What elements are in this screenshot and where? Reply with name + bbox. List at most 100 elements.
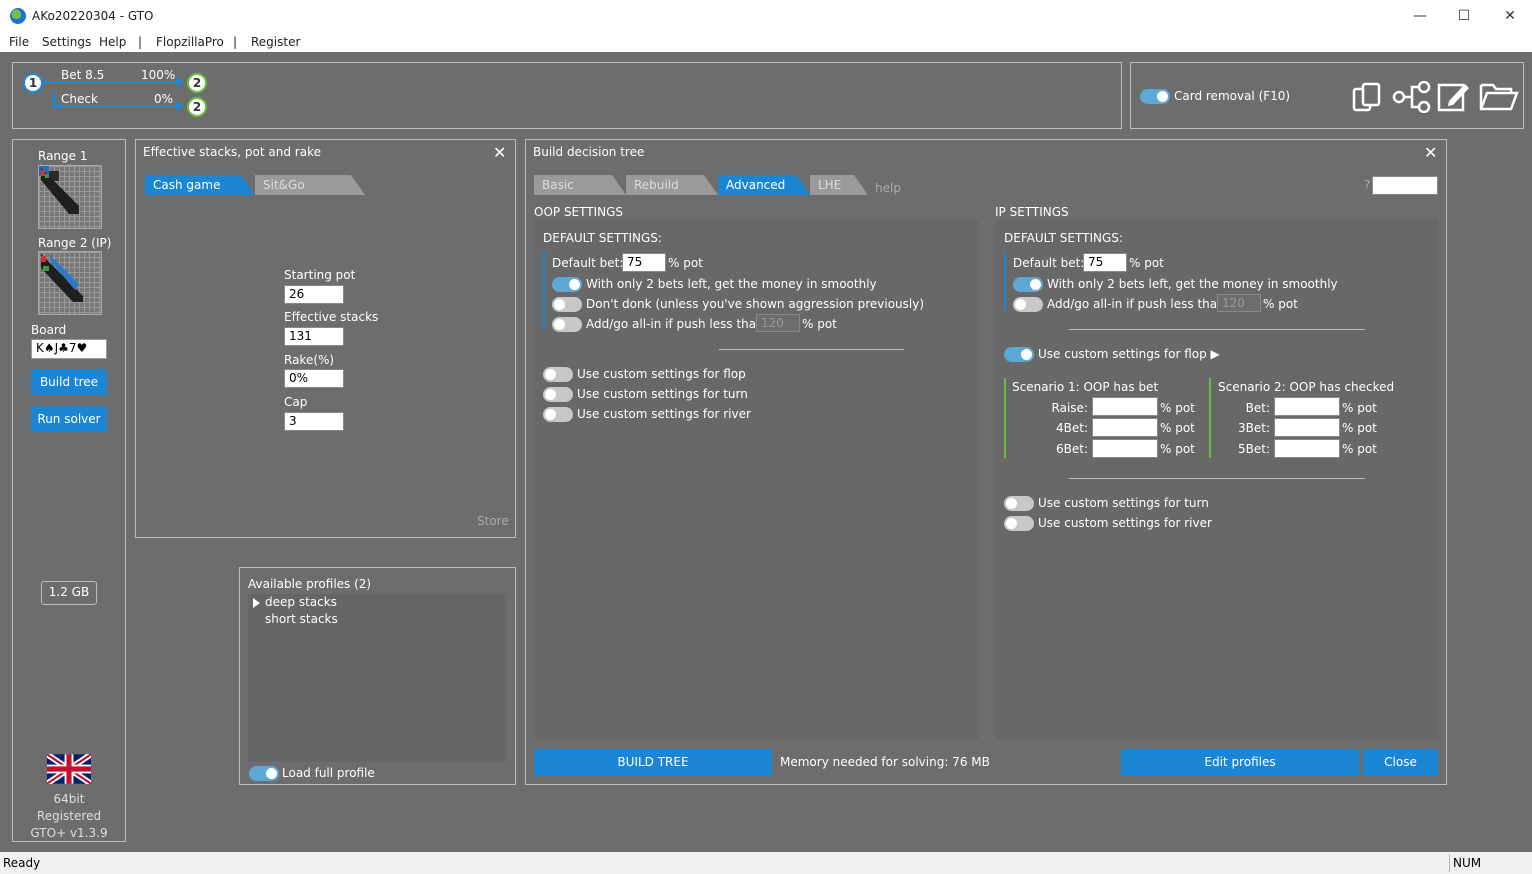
arrow-right-icon xyxy=(176,77,184,87)
build-tree-main-button[interactable]: BUILD TREE xyxy=(534,749,772,776)
expand-triangle-icon[interactable] xyxy=(253,598,260,608)
memory-needed-text: Memory needed for solving: 76 MB xyxy=(780,755,990,769)
cap-label: Cap xyxy=(284,395,308,409)
card-removal-toggle[interactable] xyxy=(1140,89,1170,104)
scenario1-6bet-label: 6Bet: xyxy=(1056,442,1088,456)
range2-grid[interactable] xyxy=(38,251,102,315)
window-title: AKo20220304 - GTO xyxy=(32,9,154,23)
help-link[interactable]: help xyxy=(875,181,901,195)
oop-allin-toggle[interactable] xyxy=(552,317,582,332)
close-window-button[interactable]: ✕ xyxy=(1487,0,1532,32)
oop-custom-turn-toggle[interactable] xyxy=(543,387,573,402)
effective-stacks-input[interactable]: 131 xyxy=(284,327,344,346)
scenario2-bet-input[interactable] xyxy=(1274,397,1340,416)
ip-custom-flop-label[interactable]: Use custom settings for flop ▶ xyxy=(1038,347,1220,361)
run-solver-button[interactable]: Run solver xyxy=(31,406,107,432)
tab-advanced[interactable]: Advanced xyxy=(718,175,810,195)
menu-register[interactable]: Register xyxy=(251,35,300,49)
scenario2-5bet-input[interactable] xyxy=(1274,439,1340,458)
search-input[interactable] xyxy=(1372,176,1438,195)
pct-pot-label: % pot xyxy=(1160,421,1195,435)
scenario2-title: Scenario 2: OOP has checked xyxy=(1218,380,1395,394)
starting-pot-input[interactable]: 26 xyxy=(284,285,344,304)
copy-icon[interactable] xyxy=(1351,81,1383,113)
menu-bar: File Settings Help | FlopzillaPro | Regi… xyxy=(0,32,1532,52)
scenario2-3bet-label: 3Bet: xyxy=(1238,421,1270,435)
arrow-right-icon xyxy=(176,101,184,111)
board-input[interactable]: K♠J♣7♥ xyxy=(31,339,107,359)
scenario2-3bet-input[interactable] xyxy=(1274,418,1340,437)
question-mark: ? xyxy=(1364,178,1371,192)
oop-default-settings-label: DEFAULT SETTINGS: xyxy=(543,231,662,245)
rake-input[interactable]: 0% xyxy=(284,369,344,388)
bet-action-frequency: 100% xyxy=(141,68,176,82)
scenario1-4bet-input[interactable] xyxy=(1092,418,1158,437)
build-tree-button[interactable]: Build tree xyxy=(31,369,107,395)
scenario1-raise-input[interactable] xyxy=(1092,397,1158,416)
ip-custom-river-toggle[interactable] xyxy=(1004,516,1034,531)
divider xyxy=(719,349,904,350)
app-globe-icon xyxy=(10,8,26,24)
scenario1-6bet-input[interactable] xyxy=(1092,439,1158,458)
ip-smooth-toggle[interactable] xyxy=(1013,277,1043,292)
bet-action-label[interactable]: Bet 8.5 xyxy=(61,68,104,82)
version-label: GTO+ v1.3.9 xyxy=(30,826,108,840)
tab-cash-game[interactable]: Cash game xyxy=(145,175,255,195)
oop-allin-input[interactable]: 120 xyxy=(756,314,800,332)
tree-root-node[interactable]: 1 xyxy=(23,73,43,93)
ip-custom-river-label: Use custom settings for river xyxy=(1038,516,1212,530)
range1-grid[interactable] xyxy=(38,165,102,229)
oop-default-bet-input[interactable]: 75 xyxy=(622,253,666,272)
cap-input[interactable]: 3 xyxy=(284,412,344,431)
edit-icon[interactable] xyxy=(1437,79,1471,113)
store-link[interactable]: Store xyxy=(477,514,509,528)
ip-custom-flop-toggle[interactable] xyxy=(1004,347,1034,362)
oop-smooth-toggle[interactable] xyxy=(552,277,582,292)
ip-default-bet-input[interactable]: 75 xyxy=(1083,253,1127,272)
oop-custom-river-toggle[interactable] xyxy=(543,407,573,422)
pct-pot-label: % pot xyxy=(1342,442,1377,456)
oop-dont-donk-toggle[interactable] xyxy=(552,297,582,312)
close-button[interactable]: Close xyxy=(1363,749,1438,776)
ip-default-settings-label: DEFAULT SETTINGS: xyxy=(1004,231,1123,245)
status-text: Ready xyxy=(3,856,41,870)
menu-file[interactable]: File xyxy=(9,35,29,49)
close-icon[interactable]: ✕ xyxy=(493,143,506,162)
ip-settings-header: IP SETTINGS xyxy=(995,205,1069,219)
bet-child-node[interactable]: 2 xyxy=(187,73,207,93)
maximize-button[interactable]: ☐ xyxy=(1441,0,1487,32)
oop-custom-flop-label: Use custom settings for flop xyxy=(577,367,746,381)
menu-separator: | xyxy=(138,35,143,49)
oop-smooth-label: With only 2 bets left, get the money in … xyxy=(586,277,877,291)
folder-open-icon[interactable] xyxy=(1479,79,1519,113)
tab-basic[interactable]: Basic xyxy=(534,175,626,195)
tab-sit-and-go[interactable]: Sit&Go xyxy=(255,175,365,195)
edit-profiles-button[interactable]: Edit profiles xyxy=(1121,749,1359,776)
profiles-title: Available profiles (2) xyxy=(248,577,372,591)
tree-navigation-bar: 1 Bet 8.5 100% Check 0% 2 2 xyxy=(12,62,1122,129)
close-icon[interactable]: ✕ xyxy=(1424,143,1437,162)
scenario1-raise-label: Raise: xyxy=(1051,401,1088,415)
ip-pct-pot: % pot xyxy=(1129,256,1164,270)
ip-allin-input[interactable]: 120 xyxy=(1217,294,1261,312)
check-child-node[interactable]: 2 xyxy=(187,97,207,117)
load-full-profile-toggle[interactable] xyxy=(249,766,279,781)
oop-allin-pct-pot: % pot xyxy=(802,317,837,331)
list-item[interactable]: deep stacks xyxy=(265,595,337,609)
pct-pot-label: % pot xyxy=(1342,421,1377,435)
ip-allin-toggle[interactable] xyxy=(1013,297,1043,312)
list-item[interactable]: short stacks xyxy=(265,612,338,626)
tab-lhe[interactable]: LHE xyxy=(810,175,868,195)
tab-rebuild[interactable]: Rebuild xyxy=(626,175,718,195)
uk-flag-icon[interactable] xyxy=(45,751,93,787)
divider xyxy=(1069,329,1365,330)
minimize-button[interactable]: — xyxy=(1397,0,1443,32)
menu-flopzillapro[interactable]: FlopzillaPro xyxy=(156,35,224,49)
check-action-label[interactable]: Check xyxy=(61,92,98,106)
menu-help[interactable]: Help xyxy=(99,35,126,49)
ip-custom-turn-toggle[interactable] xyxy=(1004,496,1034,511)
menu-settings[interactable]: Settings xyxy=(42,35,91,49)
tree-share-icon[interactable] xyxy=(1392,80,1432,114)
oop-custom-flop-toggle[interactable] xyxy=(543,367,573,382)
scenario1-4bet-label: 4Bet: xyxy=(1056,421,1088,435)
